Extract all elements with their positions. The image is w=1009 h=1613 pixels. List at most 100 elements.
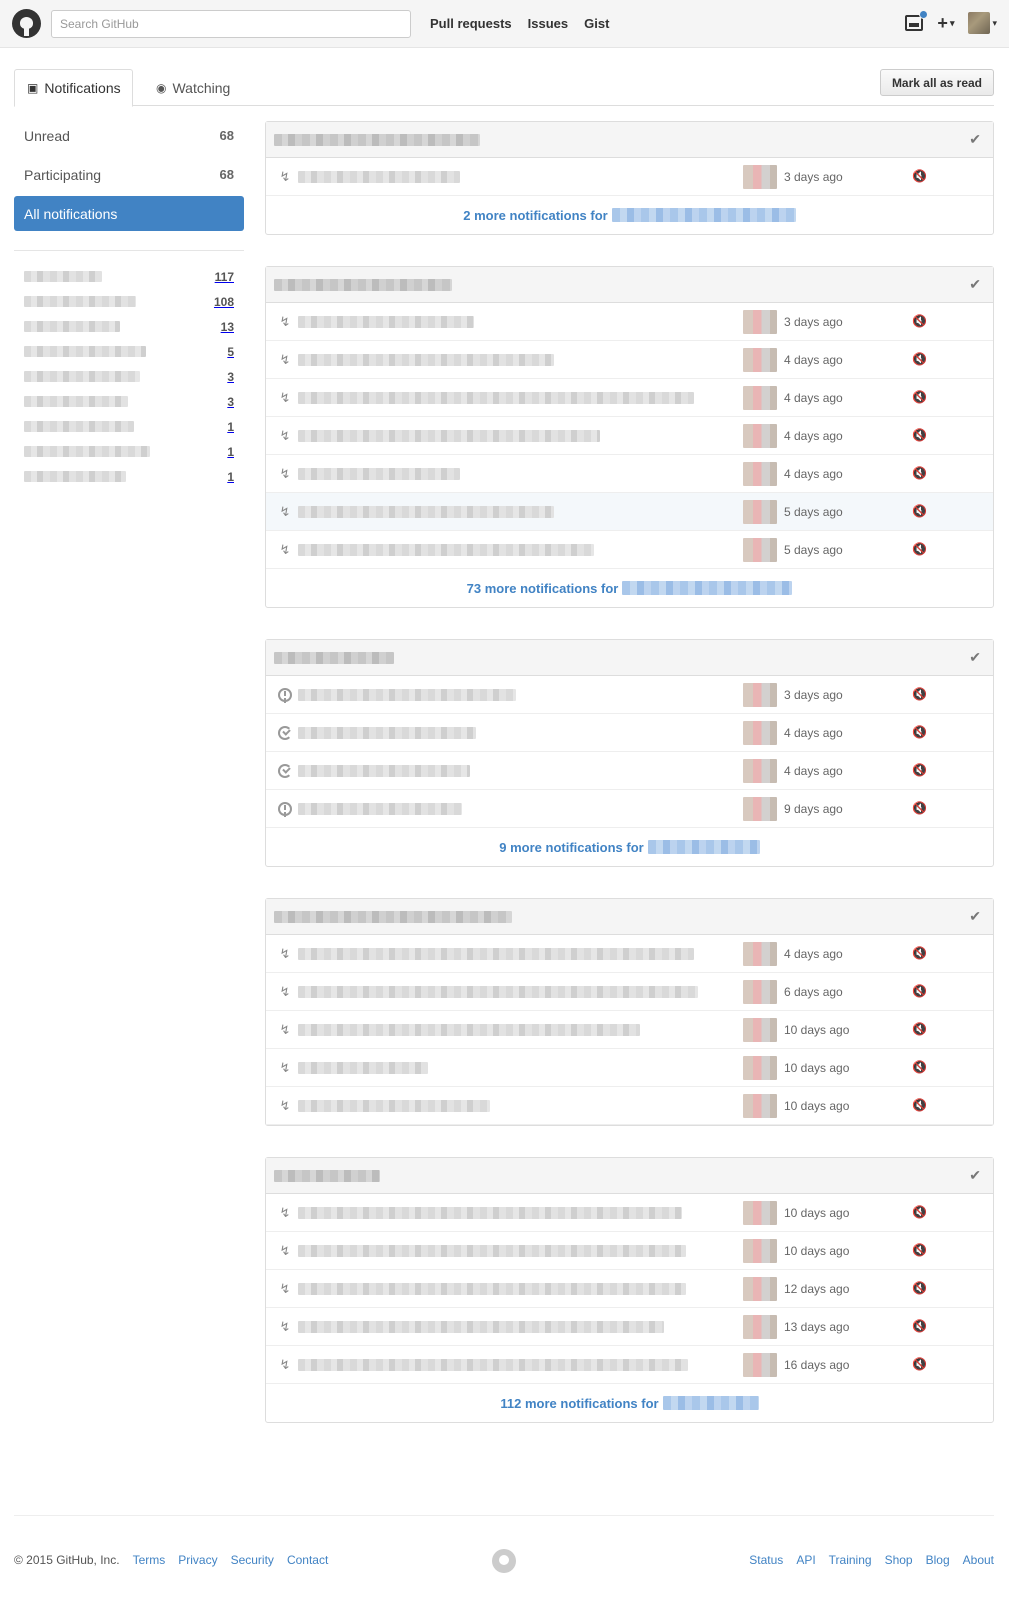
blurred-notification-title[interactable] bbox=[298, 1359, 688, 1371]
repo-filter-item[interactable]: 3 bbox=[14, 364, 244, 389]
notification-row[interactable]: ↯ 10 days ago 🔇 bbox=[266, 1232, 993, 1270]
notification-row[interactable]: 3 days ago 🔇 bbox=[266, 676, 993, 714]
check-icon[interactable]: ✔ bbox=[969, 276, 981, 293]
user-menu[interactable]: ▾ bbox=[968, 12, 997, 34]
footer-link-security[interactable]: Security bbox=[231, 1553, 274, 1567]
footer-link-status[interactable]: Status bbox=[749, 1553, 783, 1567]
footer-link-about[interactable]: About bbox=[963, 1553, 994, 1567]
search-input[interactable] bbox=[51, 10, 411, 38]
blurred-repo-link[interactable] bbox=[611, 208, 796, 222]
blurred-notification-title[interactable] bbox=[298, 948, 694, 960]
mute-icon[interactable]: 🔇 bbox=[912, 725, 927, 739]
mute-icon[interactable]: 🔇 bbox=[912, 504, 927, 518]
mute-icon[interactable]: 🔇 bbox=[912, 1281, 927, 1295]
more-notifications-link[interactable]: 9 more notifications for bbox=[499, 840, 643, 855]
mute-icon[interactable]: 🔇 bbox=[912, 1098, 927, 1112]
repo-filter-item[interactable]: 1 bbox=[14, 414, 244, 439]
blurred-repo-title[interactable] bbox=[274, 1169, 380, 1182]
blurred-repo-title[interactable] bbox=[274, 651, 394, 664]
mute-icon[interactable]: 🔇 bbox=[912, 352, 927, 366]
blurred-notification-title[interactable] bbox=[298, 1321, 664, 1333]
blurred-notification-title[interactable] bbox=[298, 506, 554, 518]
blurred-repo-title[interactable] bbox=[274, 278, 452, 291]
footer-link-api[interactable]: API bbox=[796, 1553, 815, 1567]
blurred-notification-title[interactable] bbox=[298, 1245, 686, 1257]
repo-filter-item[interactable]: 117 bbox=[14, 264, 244, 289]
check-icon[interactable]: ✔ bbox=[969, 131, 981, 148]
more-notifications-link[interactable]: 73 more notifications for bbox=[467, 581, 619, 596]
mute-icon[interactable]: 🔇 bbox=[912, 314, 927, 328]
blurred-notification-title[interactable] bbox=[298, 392, 694, 404]
blurred-notification-title[interactable] bbox=[298, 316, 474, 328]
blurred-notification-title[interactable] bbox=[298, 986, 698, 998]
repo-filter-item[interactable]: 1 bbox=[14, 439, 244, 464]
blurred-notification-title[interactable] bbox=[298, 544, 594, 556]
repo-filter-item[interactable]: 5 bbox=[14, 339, 244, 364]
check-icon[interactable]: ✔ bbox=[969, 649, 981, 666]
notification-row[interactable]: ↯ 3 days ago 🔇 bbox=[266, 303, 993, 341]
notification-row[interactable]: ↯ 13 days ago 🔇 bbox=[266, 1308, 993, 1346]
notification-row[interactable]: ↯ 10 days ago 🔇 bbox=[266, 1011, 993, 1049]
mute-icon[interactable]: 🔇 bbox=[912, 984, 927, 998]
more-notifications-link[interactable]: 112 more notifications for bbox=[500, 1396, 658, 1411]
notification-row[interactable]: 4 days ago 🔇 bbox=[266, 714, 993, 752]
blurred-notification-title[interactable] bbox=[298, 1100, 490, 1112]
filter-participating[interactable]: Participating 68 bbox=[14, 157, 244, 192]
create-new-menu[interactable]: + ▾ bbox=[937, 13, 954, 34]
nav-issues[interactable]: Issues bbox=[528, 16, 568, 31]
mute-icon[interactable]: 🔇 bbox=[912, 542, 927, 556]
footer-link-shop[interactable]: Shop bbox=[885, 1553, 913, 1567]
mute-icon[interactable]: 🔇 bbox=[912, 390, 927, 404]
filter-unread[interactable]: Unread 68 bbox=[14, 118, 244, 153]
mute-icon[interactable]: 🔇 bbox=[912, 801, 927, 815]
check-icon[interactable]: ✔ bbox=[969, 908, 981, 925]
footer-link-terms[interactable]: Terms bbox=[133, 1553, 166, 1567]
repo-filter-item[interactable]: 13 bbox=[14, 314, 244, 339]
blurred-notification-title[interactable] bbox=[298, 689, 516, 701]
footer-link-training[interactable]: Training bbox=[829, 1553, 872, 1567]
blurred-notification-title[interactable] bbox=[298, 354, 554, 366]
blurred-notification-title[interactable] bbox=[298, 171, 460, 183]
nav-gist[interactable]: Gist bbox=[584, 16, 609, 31]
blurred-notification-title[interactable] bbox=[298, 765, 470, 777]
mute-icon[interactable]: 🔇 bbox=[912, 763, 927, 777]
notification-row[interactable]: 4 days ago 🔇 bbox=[266, 752, 993, 790]
notification-row[interactable]: ↯ 16 days ago 🔇 bbox=[266, 1346, 993, 1384]
repo-filter-item[interactable]: 3 bbox=[14, 389, 244, 414]
blurred-repo-link[interactable] bbox=[622, 581, 793, 595]
notification-row[interactable]: ↯ 4 days ago 🔇 bbox=[266, 455, 993, 493]
nav-pull-requests[interactable]: Pull requests bbox=[430, 16, 512, 31]
tab-notifications[interactable]: ▣ Notifications bbox=[14, 69, 133, 107]
github-mark-icon[interactable] bbox=[492, 1549, 516, 1573]
mute-icon[interactable]: 🔇 bbox=[912, 1357, 927, 1371]
mute-icon[interactable]: 🔇 bbox=[912, 1319, 927, 1333]
mute-icon[interactable]: 🔇 bbox=[912, 1243, 927, 1257]
notification-row[interactable]: ↯ 5 days ago 🔇 bbox=[266, 493, 993, 531]
notification-row[interactable]: ↯ 10 days ago 🔇 bbox=[266, 1049, 993, 1087]
tab-watching[interactable]: ◉ Watching bbox=[144, 69, 242, 106]
blurred-repo-link[interactable] bbox=[662, 1396, 759, 1410]
notification-row[interactable]: ↯ 12 days ago 🔇 bbox=[266, 1270, 993, 1308]
mute-icon[interactable]: 🔇 bbox=[912, 466, 927, 480]
blurred-notification-title[interactable] bbox=[298, 1207, 682, 1219]
notification-row[interactable]: 9 days ago 🔇 bbox=[266, 790, 993, 828]
notification-row[interactable]: ↯ 4 days ago 🔇 bbox=[266, 379, 993, 417]
mute-icon[interactable]: 🔇 bbox=[912, 1205, 927, 1219]
repo-filter-item[interactable]: 1 bbox=[14, 464, 244, 489]
blurred-notification-title[interactable] bbox=[298, 430, 600, 442]
notification-row[interactable]: ↯ 5 days ago 🔇 bbox=[266, 531, 993, 569]
mute-icon[interactable]: 🔇 bbox=[912, 1060, 927, 1074]
notification-row[interactable]: ↯ 10 days ago 🔇 bbox=[266, 1194, 993, 1232]
notification-row[interactable]: ↯ 6 days ago 🔇 bbox=[266, 973, 993, 1011]
mute-icon[interactable]: 🔇 bbox=[912, 428, 927, 442]
blurred-repo-title[interactable] bbox=[274, 133, 480, 146]
notification-row[interactable]: ↯ 4 days ago 🔇 bbox=[266, 935, 993, 973]
notifications-inbox-icon[interactable] bbox=[905, 10, 929, 31]
blurred-repo-title[interactable] bbox=[274, 910, 512, 923]
filter-all-notifications[interactable]: All notifications bbox=[14, 196, 244, 231]
mute-icon[interactable]: 🔇 bbox=[912, 169, 927, 183]
notification-row[interactable]: ↯ 4 days ago 🔇 bbox=[266, 341, 993, 379]
more-notifications-link[interactable]: 2 more notifications for bbox=[463, 208, 607, 223]
github-logo-icon[interactable] bbox=[12, 9, 41, 38]
blurred-notification-title[interactable] bbox=[298, 1062, 428, 1074]
